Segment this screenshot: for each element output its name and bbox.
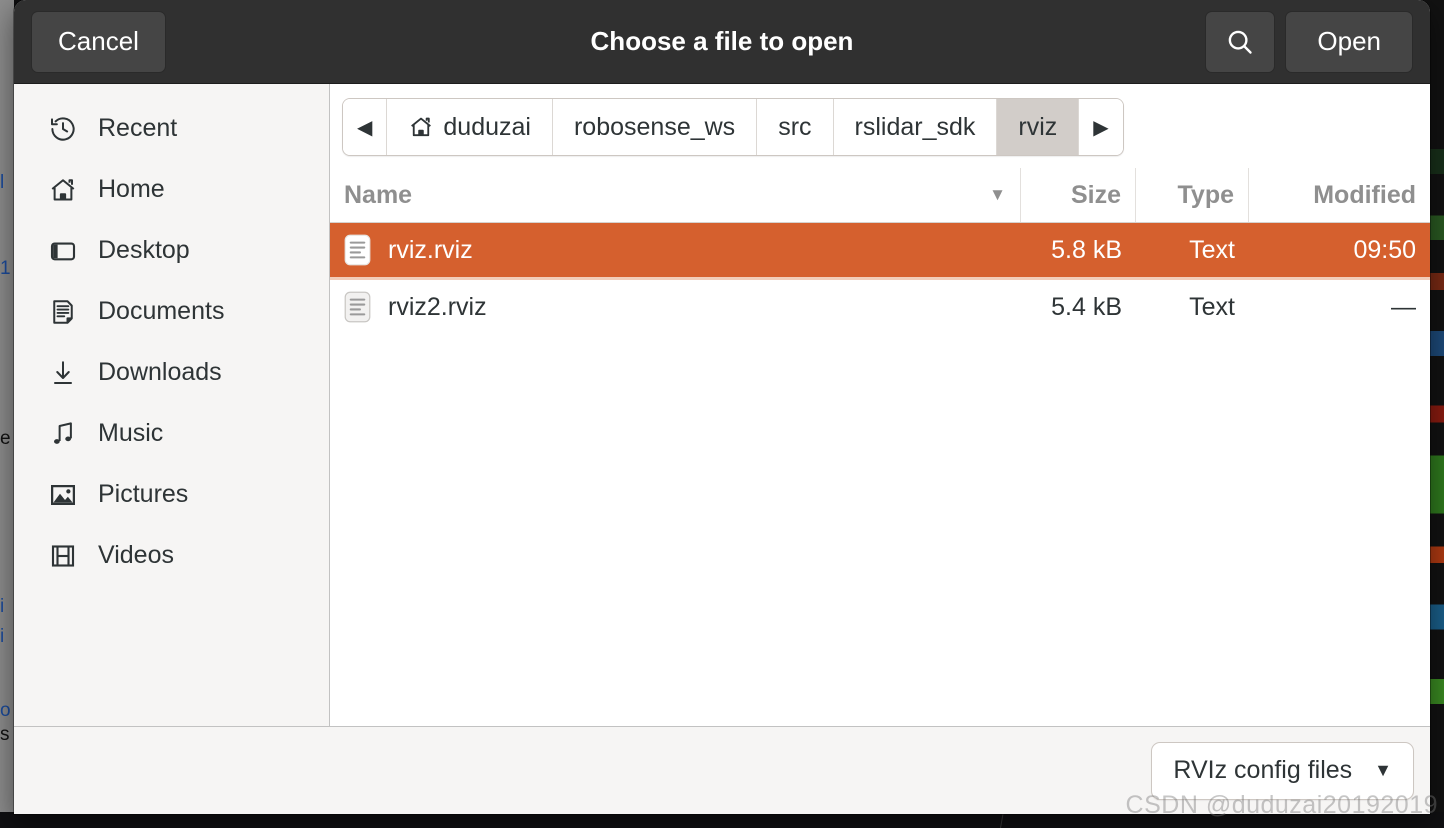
breadcrumb-item-label: src: [778, 112, 812, 141]
column-header-type[interactable]: Type: [1136, 168, 1249, 222]
breadcrumb-item-label: duduzai: [443, 112, 531, 141]
column-header-size[interactable]: Size: [1021, 168, 1136, 222]
pathbar-container: ◀ duduzai robosense_ws src rslidar_sdk r…: [330, 84, 1430, 168]
pathbar-forward-button[interactable]: ▶: [1079, 99, 1123, 155]
file-size-cell: 5.8 kB: [1051, 235, 1122, 264]
file-filter-dropdown[interactable]: RVIz config files ▼: [1151, 741, 1414, 800]
file-name-label: rviz.rviz: [388, 235, 473, 264]
file-type-cell: Text: [1189, 292, 1235, 321]
file-modified-cell: —: [1391, 292, 1416, 321]
breadcrumb-item-label: robosense_ws: [573, 112, 736, 141]
sidebar-item-label: Desktop: [98, 236, 190, 264]
column-header-name-label: Name: [344, 180, 413, 209]
picture-icon: [48, 480, 78, 510]
text-file-icon: [344, 291, 371, 323]
sidebar-item-label: Documents: [98, 297, 225, 325]
sidebar-item-desktop[interactable]: Desktop: [22, 220, 321, 281]
sidebar-item-videos[interactable]: Videos: [22, 525, 321, 586]
file-filter-label: RVIz config files: [1173, 756, 1353, 784]
text-file-icon: [344, 234, 371, 266]
table-row[interactable]: rviz.rviz 5.8 kB Text 09:50: [330, 223, 1430, 277]
breadcrumb-item-robosense-ws[interactable]: robosense_ws: [552, 99, 758, 155]
dialog-actionbar: RVIz config files ▼: [14, 726, 1430, 814]
sidebar-item-recent[interactable]: Recent: [22, 98, 321, 159]
open-button[interactable]: Open: [1285, 10, 1413, 73]
sort-descending-icon: ▼: [989, 185, 1006, 204]
table-row[interactable]: rviz2.rviz 5.4 kB Text —: [330, 280, 1430, 334]
breadcrumb-item-rslidar-sdk[interactable]: rslidar_sdk: [833, 99, 998, 155]
sidebar-item-music[interactable]: Music: [22, 403, 321, 464]
music-note-icon: [48, 419, 78, 449]
sidebar-item-label: Downloads: [98, 358, 222, 386]
column-header-modified[interactable]: Modified: [1249, 168, 1430, 222]
home-icon: [48, 175, 78, 205]
chevron-down-icon: ▼: [1374, 760, 1392, 780]
breadcrumb-item-src[interactable]: src: [757, 99, 834, 155]
search-button[interactable]: [1205, 10, 1276, 73]
sidebar-item-label: Home: [98, 175, 165, 203]
sidebar-item-downloads[interactable]: Downloads: [22, 342, 321, 403]
column-header-name[interactable]: Name ▼: [330, 168, 1021, 222]
background-bottom-area: [0, 812, 1444, 828]
file-list: rviz.rviz 5.8 kB Text 09:50 rviz2.rviz 5…: [330, 223, 1430, 726]
sidebar-item-label: Videos: [98, 541, 174, 569]
documents-icon: [48, 297, 78, 327]
breadcrumb-item-label: rviz: [1018, 112, 1058, 141]
file-list-header: Name ▼ Size Type Modified: [330, 168, 1430, 223]
file-name-cell: rviz2.rviz: [330, 291, 1021, 323]
file-type-cell: Text: [1189, 235, 1235, 264]
dialog-headerbar: Cancel Choose a file to open Open: [14, 0, 1430, 84]
file-chooser-dialog: Cancel Choose a file to open Open Recent…: [14, 0, 1430, 814]
file-browser-content: ◀ duduzai robosense_ws src rslidar_sdk r…: [330, 84, 1430, 726]
file-size-cell: 5.4 kB: [1051, 292, 1122, 321]
sidebar-item-label: Recent: [98, 114, 178, 142]
sidebar-item-label: Music: [98, 419, 164, 447]
breadcrumb-item-duduzai[interactable]: duduzai: [387, 99, 553, 155]
desktop-icon: [48, 236, 78, 266]
home-icon: [408, 114, 434, 140]
pathbar-back-button[interactable]: ◀: [343, 99, 388, 155]
film-strip-icon: [48, 541, 78, 571]
cancel-button[interactable]: Cancel: [31, 10, 166, 73]
sidebar-item-pictures[interactable]: Pictures: [22, 464, 321, 525]
places-sidebar: Recent Home Desktop Documents Downloads …: [14, 84, 330, 726]
breadcrumb-item-rviz[interactable]: rviz: [997, 99, 1080, 155]
sidebar-item-home[interactable]: Home: [22, 159, 321, 220]
sidebar-item-documents[interactable]: Documents: [22, 281, 321, 342]
breadcrumb-item-label: rslidar_sdk: [854, 112, 976, 141]
sidebar-item-label: Pictures: [98, 480, 189, 508]
background-window-sliver: l 1 e i i o s: [0, 0, 14, 828]
clock-history-icon: [48, 114, 78, 144]
breadcrumb: ◀ duduzai robosense_ws src rslidar_sdk r…: [342, 98, 1124, 156]
file-name-label: rviz2.rviz: [388, 292, 487, 321]
download-arrow-icon: [48, 358, 78, 388]
file-modified-cell: 09:50: [1353, 235, 1416, 264]
file-name-cell: rviz.rviz: [330, 234, 1021, 266]
background-diagonal-line: [1000, 812, 1004, 828]
dialog-body: Recent Home Desktop Documents Downloads …: [14, 84, 1430, 726]
search-icon: [1225, 27, 1255, 57]
